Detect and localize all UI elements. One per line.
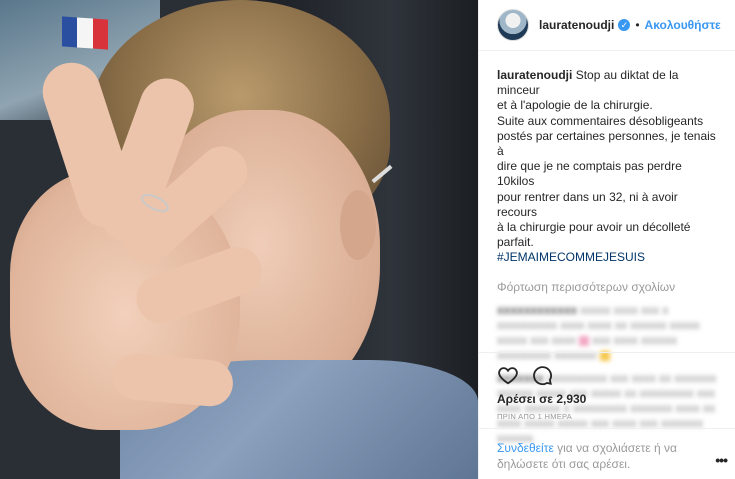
heart-icon[interactable] (497, 364, 519, 386)
likes-count[interactable]: Αρέσει σε 2,930 (497, 392, 586, 406)
header-username[interactable]: lauratenoudji (539, 18, 614, 32)
avatar[interactable] (497, 9, 529, 41)
post-header: lauratenoudji ✓ • Ακολουθήστε (479, 0, 735, 51)
comment-icon[interactable] (531, 364, 553, 386)
post-timestamp: ΠΡΙΝ ΑΠΟ 1 ΗΜΕΡΑ (497, 412, 573, 421)
caption-line: Suite aux commentaires désobligeants (497, 113, 704, 128)
post-sidebar: lauratenoudji ✓ • Ακολουθήστε lauratenou… (478, 0, 735, 479)
hashtag-link[interactable]: #JEMAIMECOMMEJESUIS (497, 250, 717, 265)
french-flag (62, 16, 108, 50)
login-link[interactable]: Συνδεθείτε (497, 441, 554, 455)
caption-text: lauratenoudji Stop au diktat de la mince… (497, 68, 717, 266)
caption-username[interactable]: lauratenoudji (497, 68, 572, 82)
caption: lauratenoudji Stop au diktat de la mince… (479, 51, 735, 446)
load-more-comments[interactable]: Φόρτωση περισσότερων σχολίων (497, 280, 717, 295)
caption-line: postés par certaines personnes, je tenai… (497, 128, 716, 159)
caption-line: pour rentrer dans un 32, ni à avoir reco… (497, 189, 678, 219)
action-bar (497, 364, 553, 386)
verified-badge-icon: ✓ (618, 19, 631, 31)
caption-line: et à l'apologie de la chirurgie. (497, 98, 653, 113)
instagram-post: lauratenoudji ✓ • Ακολουθήστε lauratenou… (0, 0, 735, 479)
caption-line: dire que je ne comptais pas perdre 10kil… (497, 159, 682, 189)
login-prompt: Συνδεθείτε για να σχολιάσετε ή να δηλώσε… (497, 440, 697, 472)
divider (479, 428, 735, 429)
more-options-icon[interactable]: ••• (715, 452, 728, 468)
post-photo[interactable] (0, 0, 478, 479)
divider (479, 352, 735, 353)
follow-button[interactable]: Ακολουθήστε (645, 18, 721, 32)
ear (340, 190, 376, 260)
blurred-comment: xxxxxxxxxxxx xxxxx xxxx xxx x xxxxxxxxxx… (497, 302, 700, 362)
caption-line: à la chirurgie pour avoir un décolleté p… (497, 220, 691, 250)
header-separator: • (635, 18, 640, 32)
